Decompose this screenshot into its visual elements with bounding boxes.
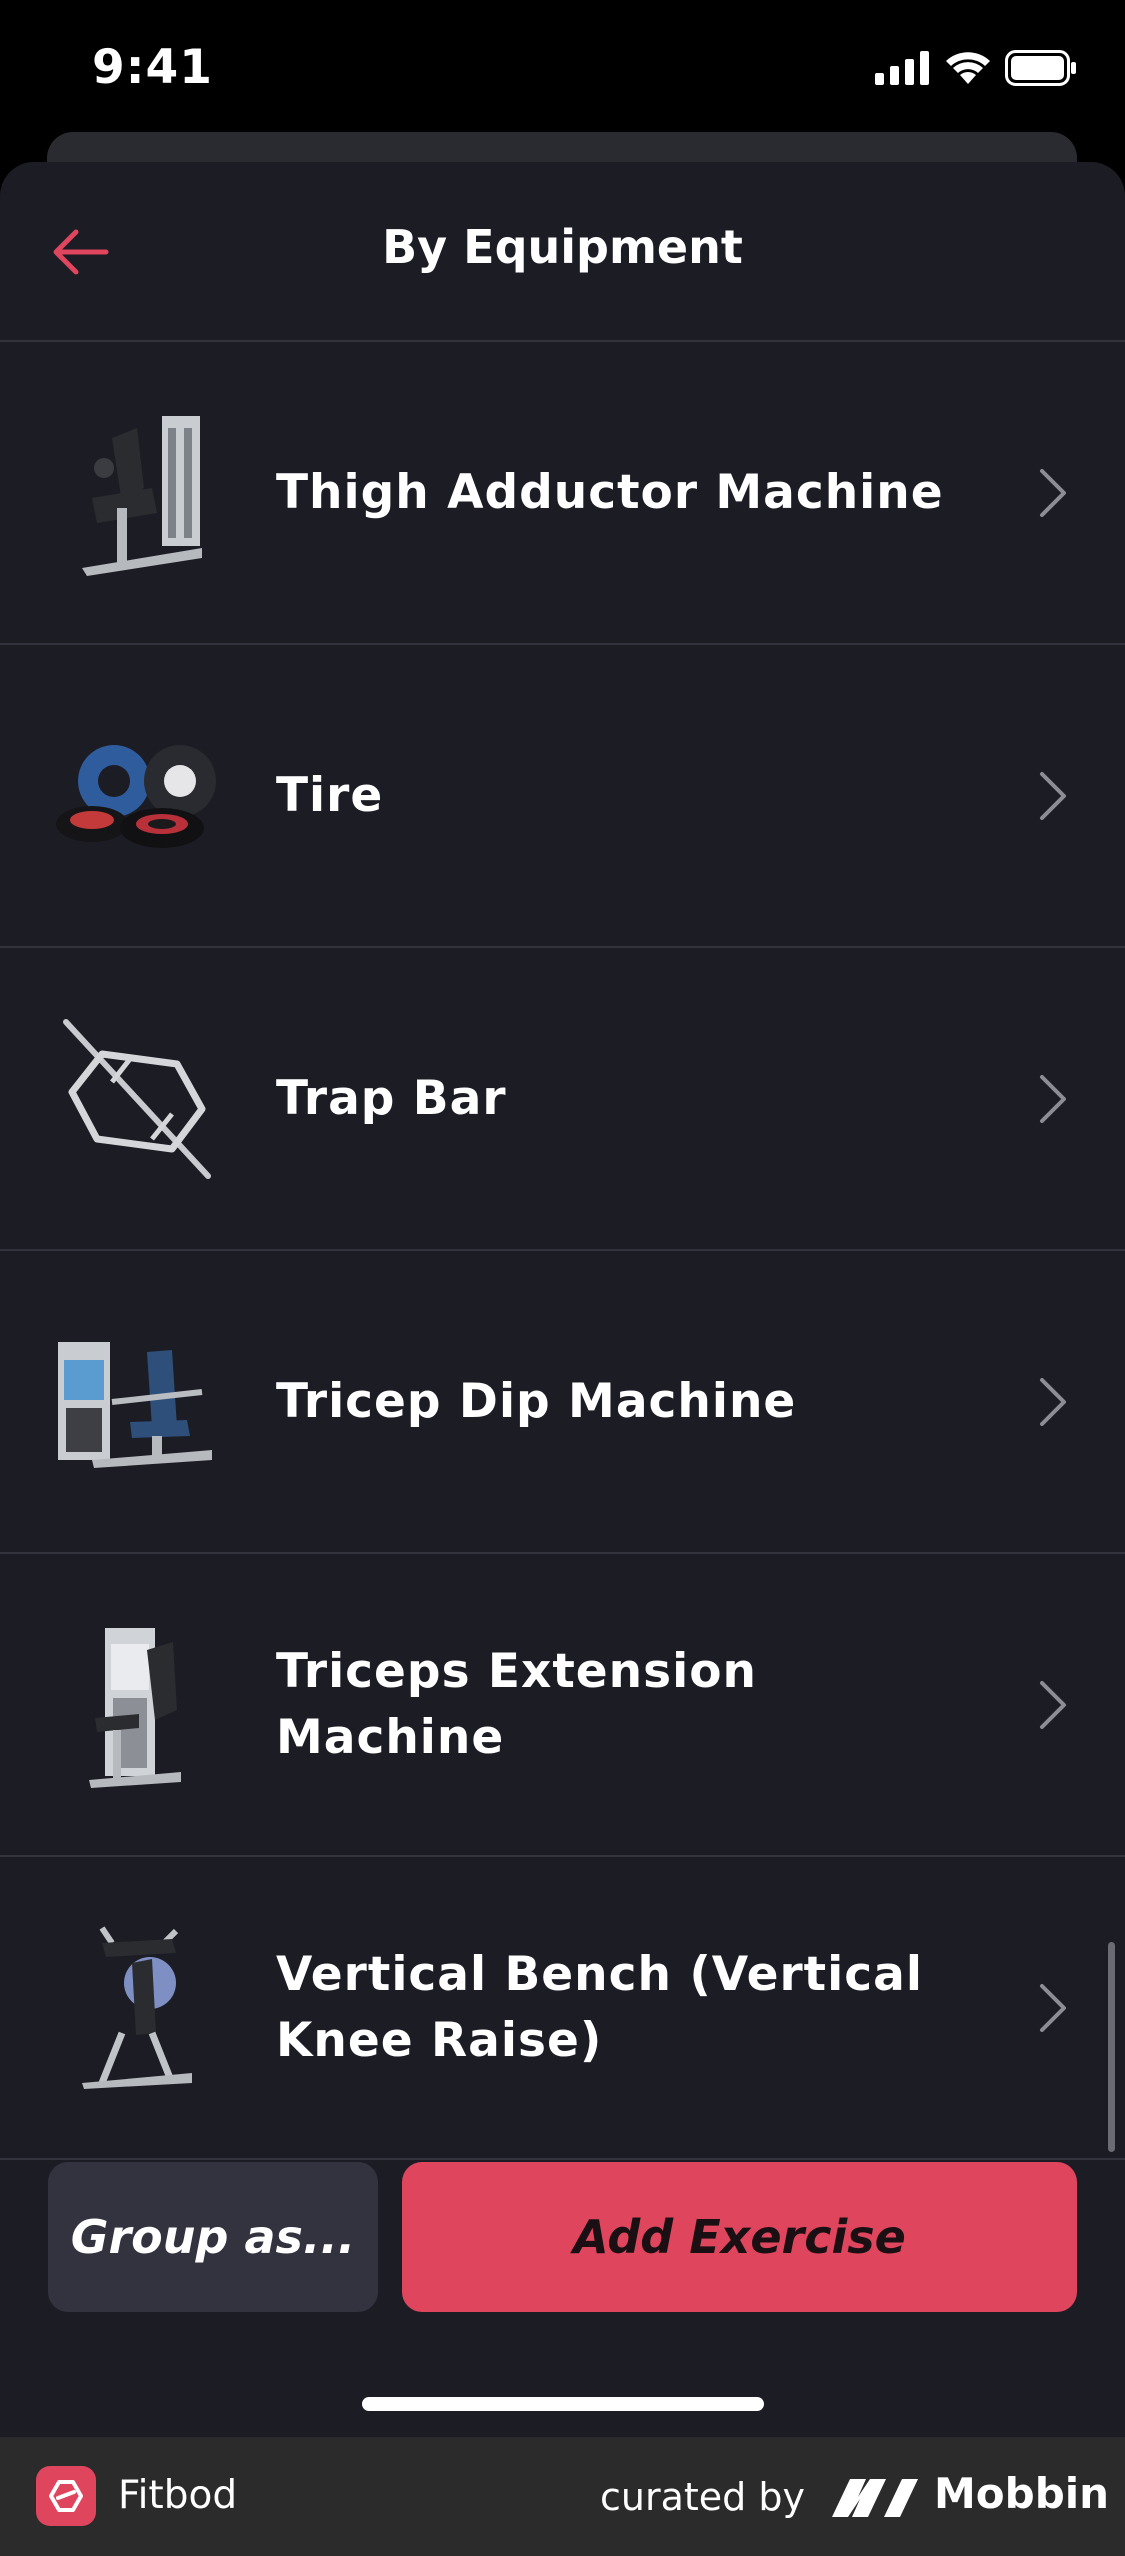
chevron-right-icon xyxy=(1033,1675,1073,1735)
wifi-icon xyxy=(946,52,990,84)
add-exercise-button[interactable]: Add Exercise xyxy=(402,2162,1077,2312)
home-indicator xyxy=(362,2397,764,2411)
list-item-label: Vertical Bench (Vertical Knee Raise) xyxy=(276,1946,923,2068)
thigh-adductor-machine-thumbnail xyxy=(52,408,222,578)
chevron-right-icon xyxy=(1033,1372,1073,1432)
status-time: 9:41 xyxy=(92,40,213,95)
action-bar: Group as... Add Exercise xyxy=(0,2162,1125,2437)
chevron-right-icon xyxy=(1033,1069,1073,1129)
list-item-vertical-bench[interactable]: Vertical Bench (Vertical Knee Raise) xyxy=(0,1857,1125,2160)
list-item-label: Tricep Dip Machine xyxy=(276,1373,797,1429)
page-title: By Equipment xyxy=(382,220,743,274)
group-as-button[interactable]: Group as... xyxy=(48,2162,378,2312)
footer: Fitbod curated by Mobbin xyxy=(0,2437,1125,2556)
list-item-label: Triceps Extension Machine xyxy=(276,1643,757,1765)
footer-curated-by: curated by xyxy=(600,2475,805,2519)
vertical-bench-thumbnail xyxy=(52,1923,222,2093)
footer-brand-name: Mobbin xyxy=(934,2469,1110,2518)
list-item-tricep-dip-machine[interactable]: Tricep Dip Machine xyxy=(0,1251,1125,1554)
trap-bar-thumbnail xyxy=(52,1014,222,1184)
list-item-trap-bar[interactable]: Trap Bar xyxy=(0,948,1125,1251)
list-item-tire[interactable]: Tire xyxy=(0,645,1125,948)
fitbod-logo-icon xyxy=(36,2466,96,2526)
tricep-dip-machine-thumbnail xyxy=(52,1317,222,1487)
chevron-right-icon xyxy=(1033,766,1073,826)
chevron-right-icon xyxy=(1033,1978,1073,2038)
list-item-label: Trap Bar xyxy=(276,1070,507,1126)
tire-thumbnail xyxy=(52,711,222,881)
scrollbar[interactable] xyxy=(1108,1942,1115,2152)
list-item-label: Thigh Adductor Machine xyxy=(276,464,944,520)
list-item-triceps-extension-machine[interactable]: Triceps Extension Machine xyxy=(0,1554,1125,1857)
battery-icon xyxy=(1005,50,1076,86)
mobbin-logo-icon xyxy=(832,2479,918,2517)
list-item-thigh-adductor-machine[interactable]: Thigh Adductor Machine xyxy=(0,342,1125,645)
list-item-label: Tire xyxy=(276,767,384,823)
footer-app-name: Fitbod xyxy=(118,2473,238,2518)
equipment-sheet: By Equipment Thigh Adductor Machine Tire… xyxy=(0,162,1125,2437)
status-icons xyxy=(875,50,1077,86)
cellular-signal-icon xyxy=(875,51,929,85)
status-bar: 9:41 xyxy=(0,0,1125,130)
chevron-right-icon xyxy=(1033,463,1073,523)
equipment-list: Thigh Adductor Machine Tire Trap Bar Tri… xyxy=(0,342,1125,2160)
header: By Equipment xyxy=(0,162,1125,342)
triceps-extension-machine-thumbnail xyxy=(52,1620,222,1790)
